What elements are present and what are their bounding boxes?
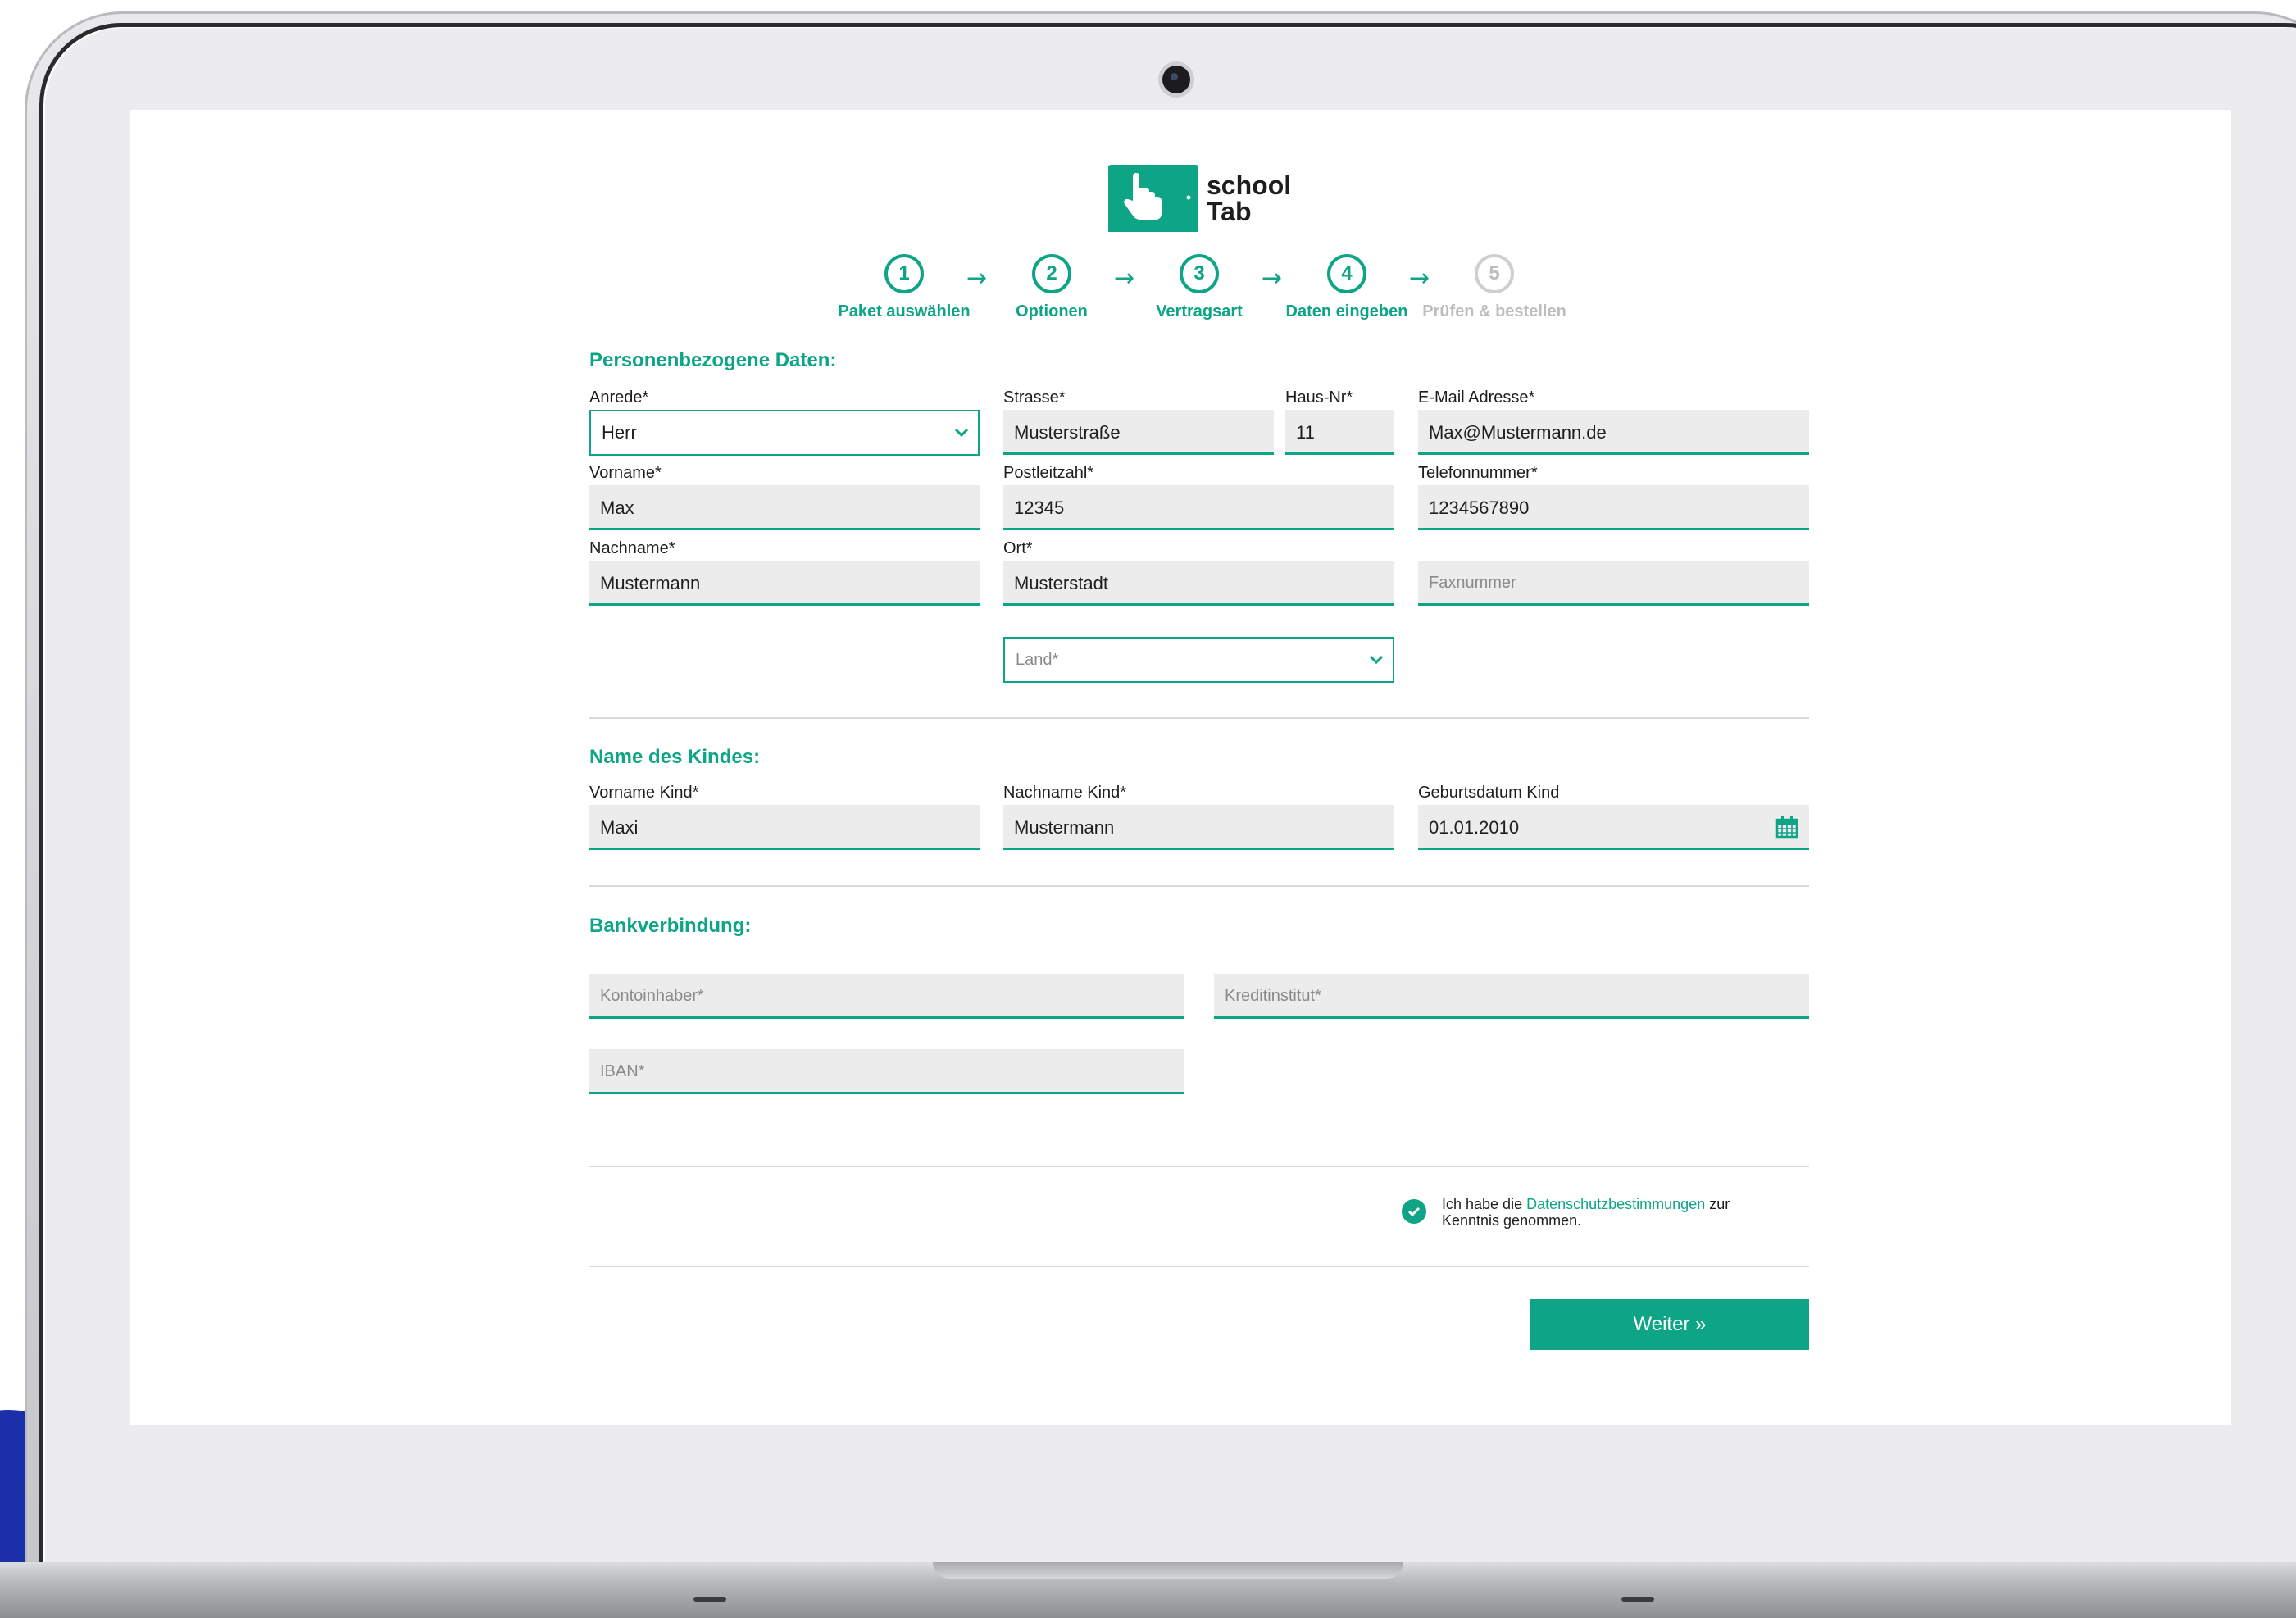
geburtsdatum-value: 01.01.2010: [1429, 817, 1520, 838]
hausnr-input[interactable]: 11: [1285, 410, 1394, 455]
vorname-input[interactable]: Max: [589, 485, 980, 530]
step-number: 3: [1180, 254, 1219, 293]
step-number: 4: [1327, 254, 1366, 293]
kind-nachname-label: Nachname Kind*: [1003, 784, 1127, 802]
step-label: Optionen: [1016, 302, 1088, 320]
webcam-icon: [1162, 66, 1190, 93]
consent-checkbox[interactable]: [1402, 1199, 1426, 1224]
strasse-input[interactable]: Musterstraße: [1003, 410, 1274, 455]
consent-text-start: Ich habe die: [1442, 1196, 1523, 1212]
chevron-down-icon: [954, 428, 969, 438]
logo-wordmark: school Tab: [1207, 172, 1291, 225]
section-title-personal: Personenbezogene Daten:: [589, 349, 837, 371]
kind-vorname-label: Vorname Kind*: [589, 784, 699, 802]
laptop-foot: [693, 1597, 726, 1602]
step-2[interactable]: 2 Optionen: [970, 254, 1134, 321]
divider: [589, 1166, 1809, 1167]
logo-line-2: Tab: [1207, 197, 1252, 226]
consent-text: Ich habe die Datenschutzbestimmungen zur…: [1442, 1196, 1786, 1229]
telefon-input[interactable]: 1234567890: [1418, 485, 1809, 530]
plz-label: Postleitzahl*: [1003, 464, 1094, 482]
laptop-mockup: school Tab 1 Paket auswählen → 2 Optione…: [0, 0, 2296, 1618]
checkout-stepper: 1 Paket auswählen → 2 Optionen → 3 Vertr…: [130, 254, 2231, 328]
step-5: 5 Prüfen & bestellen: [1412, 254, 1576, 321]
anrede-value: Herr: [602, 422, 637, 443]
email-input[interactable]: Max@Mustermann.de: [1418, 410, 1809, 455]
ort-input[interactable]: Musterstadt: [1003, 561, 1394, 606]
laptop-foot: [1621, 1597, 1654, 1602]
anrede-label: Anrede*: [589, 389, 649, 407]
divider: [589, 885, 1809, 887]
nachname-label: Nachname*: [589, 539, 675, 557]
anrede-select[interactable]: Herr: [589, 410, 980, 456]
kind-vorname-input[interactable]: Maxi: [589, 805, 980, 850]
iban-input[interactable]: IBAN*: [589, 1049, 1184, 1094]
divider: [589, 717, 1809, 719]
kind-nachname-input[interactable]: Mustermann: [1003, 805, 1394, 850]
section-title-bank: Bankverbindung:: [589, 915, 752, 937]
step-number: 5: [1475, 254, 1514, 293]
kontoinhaber-input[interactable]: Kontoinhaber*: [589, 974, 1184, 1019]
step-label: Paket auswählen: [838, 302, 971, 320]
vorname-label: Vorname*: [589, 464, 662, 482]
step-number: 2: [1032, 254, 1071, 293]
telefon-label: Telefonnummer*: [1418, 464, 1538, 482]
fax-input[interactable]: Faxnummer: [1418, 561, 1809, 606]
step-4[interactable]: 4 Daten eingeben: [1265, 254, 1429, 321]
geburtsdatum-input[interactable]: 01.01.2010: [1418, 805, 1809, 850]
schooltab-logo[interactable]: school Tab: [1108, 165, 1291, 232]
land-placeholder: Land*: [1016, 651, 1059, 669]
calendar-icon[interactable]: [1775, 815, 1799, 839]
land-select[interactable]: Land*: [1003, 637, 1394, 683]
section-title-child: Name des Kindes:: [589, 746, 761, 768]
strasse-label: Strasse*: [1003, 389, 1066, 407]
step-number: 1: [884, 254, 924, 293]
divider: [589, 1266, 1809, 1267]
app-screen: school Tab 1 Paket auswählen → 2 Optione…: [130, 110, 2231, 1425]
ort-label: Ort*: [1003, 539, 1033, 557]
step-3[interactable]: 3 Vertragsart: [1117, 254, 1281, 321]
chevron-down-icon: [1369, 655, 1384, 665]
check-icon: [1407, 1207, 1421, 1217]
laptop-notch: [933, 1562, 1403, 1579]
email-label: E-Mail Adresse*: [1418, 389, 1535, 407]
weiter-button[interactable]: Weiter »: [1530, 1299, 1809, 1350]
step-1[interactable]: 1 Paket auswählen: [822, 254, 986, 321]
nachname-input[interactable]: Mustermann: [589, 561, 980, 606]
kreditinstitut-input[interactable]: Kreditinstitut*: [1214, 974, 1809, 1019]
geburtsdatum-label: Geburtsdatum Kind: [1418, 784, 1560, 802]
datenschutz-link[interactable]: Datenschutzbestimmungen: [1526, 1196, 1705, 1212]
step-label: Vertragsart: [1156, 302, 1243, 320]
step-label: Daten eingeben: [1285, 302, 1408, 320]
plz-input[interactable]: 12345: [1003, 485, 1394, 530]
hausnr-label: Haus-Nr*: [1285, 389, 1353, 407]
hand-pointer-icon: [1108, 165, 1198, 232]
logo-line-1: school: [1207, 170, 1292, 200]
step-label: Prüfen & bestellen: [1422, 302, 1566, 320]
